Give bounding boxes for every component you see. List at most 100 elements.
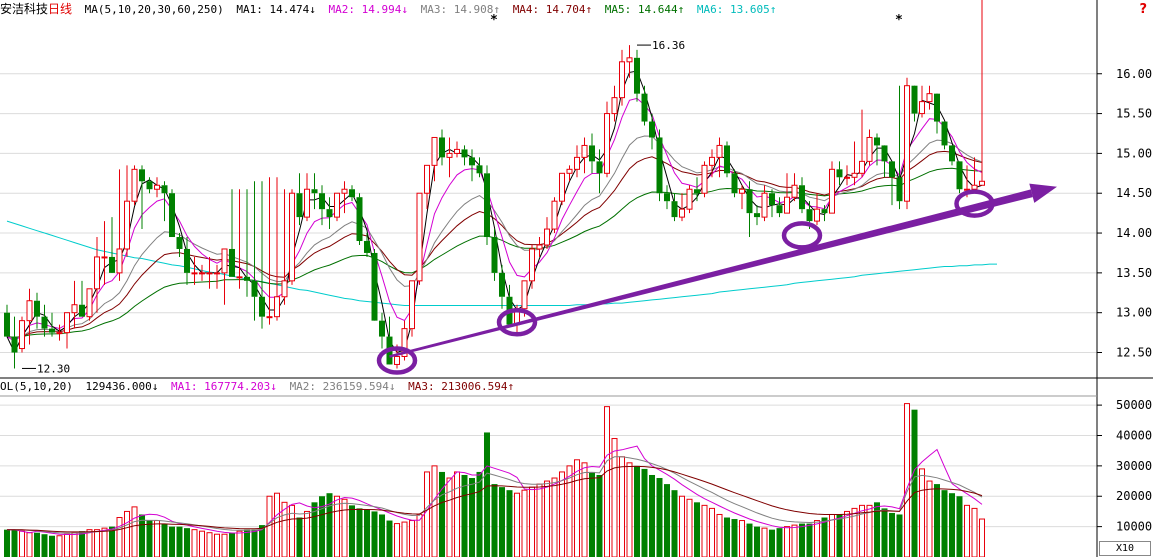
candle-body <box>859 160 865 174</box>
candle <box>371 248 378 321</box>
candle <box>746 181 753 238</box>
candle <box>754 205 760 226</box>
candle-body <box>536 244 543 250</box>
volume-bar <box>716 513 723 557</box>
candle-body <box>341 188 348 194</box>
volume-bar <box>896 514 903 557</box>
candle <box>859 109 865 178</box>
candle <box>656 129 663 202</box>
volume-bar <box>394 523 400 557</box>
volume-scale-button[interactable]: X10 <box>1099 541 1151 556</box>
candle-body <box>41 316 48 329</box>
candle <box>139 165 145 230</box>
volume-bar <box>754 526 760 557</box>
candle <box>596 149 603 194</box>
volume-bar <box>806 523 813 557</box>
candle-body <box>634 57 640 94</box>
candle <box>146 177 153 194</box>
volume-bar <box>926 480 933 557</box>
volume-bar <box>236 530 243 557</box>
volume-bar <box>619 456 625 557</box>
help-icon[interactable]: ? <box>1139 2 1147 17</box>
candle-body <box>836 169 843 178</box>
volume-bar <box>814 520 820 557</box>
candle <box>206 256 213 289</box>
candle <box>71 280 78 329</box>
volume-bar <box>454 471 460 557</box>
candle-body <box>911 85 918 114</box>
candle <box>11 316 18 369</box>
candle <box>446 137 453 178</box>
candle-body <box>454 148 460 154</box>
volume-bar <box>739 520 745 557</box>
volume-tick-label: 40000 <box>1116 428 1152 442</box>
candle-body <box>829 168 835 214</box>
volume-bar <box>956 496 963 557</box>
candle-body <box>154 184 160 190</box>
price-header: 安洁科技日线 MA(5,10,20,30,60,250) MA1: 14.474… <box>0 0 1095 18</box>
candle-body <box>34 300 40 317</box>
candle-body <box>791 184 798 198</box>
candle-body <box>71 304 78 314</box>
volume-bar <box>461 474 468 557</box>
candle <box>49 312 55 337</box>
candle-body <box>799 185 805 210</box>
candle-body <box>146 181 153 190</box>
candle <box>461 145 468 166</box>
candle <box>559 172 565 206</box>
candle <box>109 217 115 273</box>
candle-body <box>191 272 198 275</box>
volume-bar <box>971 507 978 557</box>
volume-bar <box>769 529 775 557</box>
candle-body <box>611 97 618 115</box>
volume-bar <box>161 523 168 557</box>
volume-bar <box>221 533 228 557</box>
candle <box>581 137 588 174</box>
candle-body <box>229 248 235 277</box>
candle-body <box>761 192 768 218</box>
candle <box>409 280 415 337</box>
volume-bar <box>694 502 700 557</box>
candle <box>776 197 783 218</box>
candle-body <box>934 93 940 122</box>
candle-body <box>754 213 760 218</box>
candle-body <box>281 280 288 298</box>
volume-tick-label: 50000 <box>1116 398 1152 412</box>
candle-body <box>619 61 625 99</box>
volume-bar <box>154 520 160 557</box>
candle-body <box>431 136 438 166</box>
volume-bar <box>671 490 678 557</box>
candle-body <box>439 137 445 158</box>
volume-bar <box>934 484 940 557</box>
volume-bar <box>386 520 393 557</box>
volume-bar <box>116 517 123 557</box>
candle <box>124 165 130 257</box>
candle <box>904 77 910 210</box>
volume-bar <box>11 529 18 557</box>
candle-body <box>79 304 85 317</box>
stock-name[interactable]: 安洁科技 <box>0 2 48 16</box>
volume-bar <box>604 406 610 557</box>
candle <box>484 165 490 245</box>
ma4-value: MA4: 14.704↑ <box>512 3 593 16</box>
candle <box>919 85 925 118</box>
candle-body <box>446 152 453 158</box>
candle-body <box>101 256 108 259</box>
period-label[interactable]: 日线 <box>48 2 72 16</box>
candle <box>701 161 708 198</box>
candle-body <box>701 164 708 194</box>
volume-bar <box>724 517 730 557</box>
candle-body <box>926 93 933 103</box>
volume-bar <box>679 495 685 557</box>
volume-bar <box>979 518 985 557</box>
candle <box>926 85 933 110</box>
candle <box>221 248 228 305</box>
candle-body <box>424 164 430 194</box>
candle <box>589 133 595 174</box>
volume-bar <box>514 492 520 557</box>
volume-bar <box>409 520 415 557</box>
volume-bar <box>206 532 213 557</box>
volume-bar <box>499 487 505 557</box>
candle <box>244 189 250 297</box>
volume-bar <box>274 492 280 557</box>
